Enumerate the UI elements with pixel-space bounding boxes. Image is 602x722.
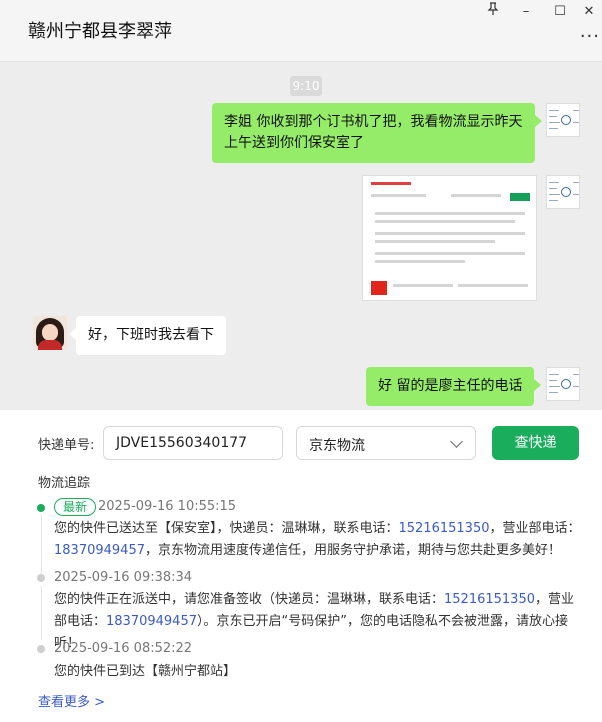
message-bubble-me[interactable]: 李姐 你收到那个订书机了把，我看物流显示昨天上午送到你们保安室了 <box>212 103 542 163</box>
contact-avatar[interactable] <box>33 316 67 350</box>
message-bubble-other[interactable]: 好，下班时我去看下 <box>69 316 226 355</box>
event-time: 2025-09-16 09:38:34 <box>54 570 193 585</box>
my-avatar[interactable] <box>546 367 580 401</box>
my-avatar[interactable] <box>546 175 580 209</box>
tracking-number-input[interactable]: JDVE15560340177 <box>103 426 283 460</box>
chat-title: 赣州宁都县李翠萍 <box>28 21 172 42</box>
tracking-number-label: 快递单号: <box>38 438 95 453</box>
event-description: 您的快件已送达至【保安室】，快递员：温琳琳，联系电话：15216151350，营… <box>54 521 581 558</box>
courier-select[interactable]: 京东物流 <box>296 426 476 460</box>
branch-phone[interactable]: 18370949457 <box>106 614 197 629</box>
timeline-line <box>41 514 42 578</box>
minimize-button[interactable]: – <box>515 2 537 22</box>
pin-icon[interactable] <box>482 2 504 22</box>
maximize-button[interactable]: ☐ <box>549 2 571 22</box>
message-time: 9:10 <box>290 76 322 96</box>
event-description: 您的快件已到达【赣州宁都站】 <box>54 664 237 679</box>
timeline-dot <box>37 574 45 582</box>
courier-phone[interactable]: 15216151350 <box>444 592 535 607</box>
more-options-icon[interactable]: ··· <box>580 26 600 47</box>
tracking-screenshot-image[interactable] <box>362 175 537 301</box>
view-more-link[interactable]: 查看更多 > <box>38 691 105 710</box>
latest-badge: 最新 <box>54 498 97 516</box>
event-time: 2025-09-16 10:55:15 <box>98 499 237 514</box>
event-time: 2025-09-16 08:52:22 <box>54 641 193 656</box>
my-avatar[interactable] <box>546 103 580 137</box>
title-bar: 赣州宁都县李翠萍 – ☐ ✕ ··· <box>0 0 602 62</box>
timeline-line <box>41 586 42 640</box>
tracking-section-title: 物流追踪 <box>38 476 91 491</box>
tracking-panel: 快递单号: JDVE15560340177 京东物流 查快递 物流追踪 最新 2… <box>0 410 602 722</box>
message-bubble-me[interactable]: 好 留的是廖主任的电话 <box>366 367 542 406</box>
courier-select-value: 京东物流 <box>309 438 365 454</box>
courier-phone[interactable]: 15216151350 <box>399 521 490 536</box>
timeline-dot-active <box>37 504 45 512</box>
close-button[interactable]: ✕ <box>578 2 600 22</box>
chevron-down-icon <box>450 435 463 448</box>
branch-phone[interactable]: 18370949457 <box>54 543 145 558</box>
query-button[interactable]: 查快递 <box>492 426 579 460</box>
timeline-dot <box>37 645 45 653</box>
